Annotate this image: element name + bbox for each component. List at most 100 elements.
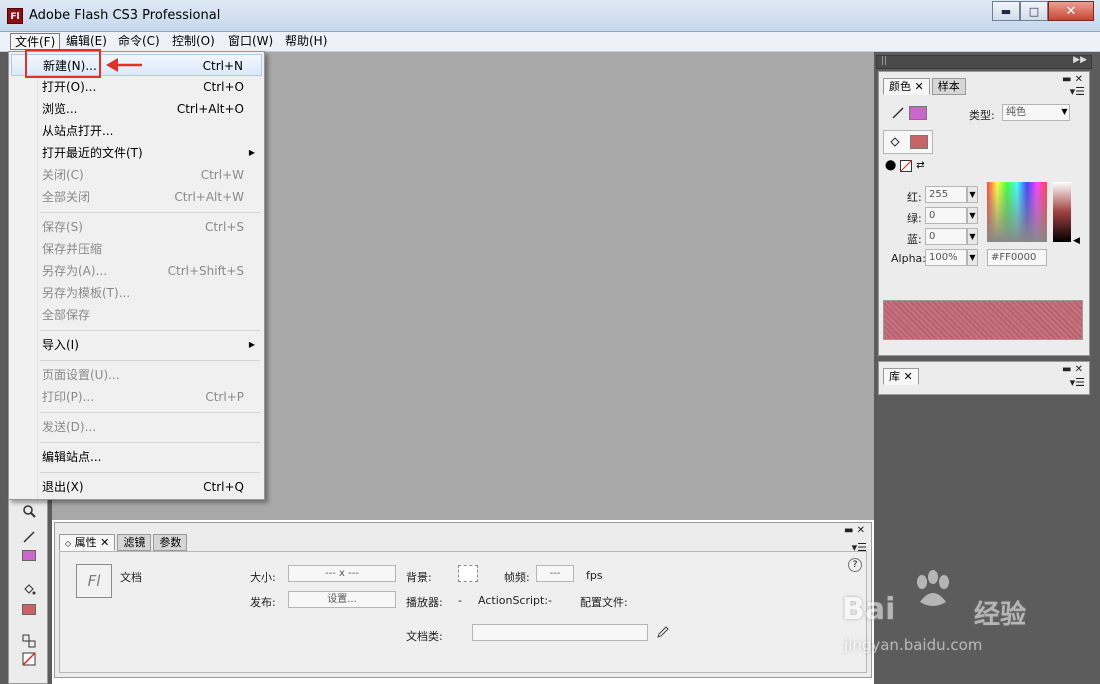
hex-input[interactable]: #FF0000 <box>987 249 1047 266</box>
brightness-slider[interactable] <box>1053 182 1071 242</box>
tab-diamond-icon: ◇ <box>65 539 72 548</box>
swap-colors-icon[interactable] <box>9 632 49 650</box>
menu-item-import[interactable]: 导入(I) ▶ <box>11 334 262 356</box>
menu-edit[interactable]: 编辑(E) <box>62 33 111 50</box>
zoom-tool-icon[interactable] <box>9 502 49 520</box>
menu-help[interactable]: 帮助(H) <box>281 33 331 50</box>
menu-item-close[interactable]: 关闭(C) Ctrl+W <box>11 164 262 186</box>
panel-window-controls-icon[interactable]: ▬ ✕ <box>844 525 865 536</box>
color-preview <box>883 300 1083 340</box>
panel-window-controls-icon[interactable]: ▬ ✕ <box>1062 74 1083 85</box>
background-label: 背景: <box>406 571 432 584</box>
red-dropdown-icon[interactable]: ▼ <box>967 186 978 203</box>
document-class-input[interactable] <box>472 624 648 641</box>
size-button[interactable]: --- x --- <box>288 565 396 582</box>
tab-color[interactable]: 颜色 ✕ <box>883 78 930 95</box>
menu-commands[interactable]: 命令(C) <box>114 33 164 50</box>
frame-rate-label: 帧频: <box>504 571 530 584</box>
tab-library[interactable]: 库 ✕ <box>883 368 919 385</box>
fill-color-chip[interactable] <box>910 135 928 149</box>
background-color-swatch[interactable] <box>458 565 478 582</box>
tab-swatches[interactable]: 样本 <box>931 78 966 95</box>
publish-label: 发布: <box>250 596 276 609</box>
menu-item-save-all[interactable]: 全部保存 <box>11 304 262 326</box>
stroke-color-swatch[interactable] <box>9 546 49 564</box>
red-input[interactable]: 255 <box>925 186 967 203</box>
menu-item-open[interactable]: 打开(O)... Ctrl+O <box>11 76 262 98</box>
alpha-dropdown-icon[interactable]: ▼ <box>967 249 978 266</box>
menu-file[interactable]: 文件(F) <box>10 33 61 50</box>
paint-bucket-icon[interactable] <box>9 580 49 598</box>
green-label: 绿: <box>907 212 922 225</box>
menu-item-browse[interactable]: 浏览... Ctrl+Alt+O <box>11 98 262 120</box>
menu-window[interactable]: 窗口(W) <box>224 33 277 50</box>
menu-item-open-from-site[interactable]: 从站点打开... <box>11 120 262 142</box>
menu-item-print[interactable]: 打印(P)... Ctrl+P <box>11 386 262 408</box>
flash-app-icon: Fl <box>7 8 23 24</box>
annotation-arrow-icon <box>106 58 142 72</box>
publish-settings-button[interactable]: 设置... <box>288 591 396 608</box>
menu-separator <box>40 360 260 361</box>
menu-separator <box>40 472 260 473</box>
no-color-icon[interactable] <box>9 650 49 668</box>
blue-input[interactable]: 0 <box>925 228 967 245</box>
menu-item-send[interactable]: 发送(D)... <box>11 416 262 438</box>
panel-menu-icon[interactable]: ▾☰ <box>1070 85 1085 98</box>
menu-item-exit[interactable]: 退出(X) Ctrl+Q <box>11 476 262 498</box>
menu-separator <box>40 442 260 443</box>
swap-colors-icon[interactable]: ⇄ <box>916 160 924 175</box>
menu-item-page-setup[interactable]: 页面设置(U)... <box>11 364 262 386</box>
menu-control[interactable]: 控制(O) <box>168 33 219 50</box>
properties-panel: ▬ ✕ ◇ 属性 ✕ 滤镜 参数 ▾☰ Fl 文档 大小: --- x --- … <box>54 522 872 678</box>
fill-color-swatch[interactable] <box>9 600 49 618</box>
panel-window-controls-icon[interactable]: ▬ ✕ <box>1062 364 1083 375</box>
actionscript-label: ActionScript: <box>478 594 549 607</box>
tools-panel <box>8 495 48 684</box>
stroke-color-chip[interactable] <box>909 106 927 120</box>
default-colors-icon[interactable]: ⬤ <box>885 160 896 175</box>
edit-class-pencil-icon[interactable] <box>656 625 670 642</box>
close-tab-icon[interactable]: ✕ <box>904 370 913 383</box>
no-color-icon[interactable] <box>899 159 913 175</box>
pencil-tool-icon[interactable] <box>9 528 49 546</box>
menu-item-save-as[interactable]: 另存为(A)... Ctrl+Shift+S <box>11 260 262 282</box>
menu-item-close-all[interactable]: 全部关闭 Ctrl+Alt+W <box>11 186 262 208</box>
menu-item-save-compact[interactable]: 保存并压缩 <box>11 238 262 260</box>
menu-item-save[interactable]: 保存(S) Ctrl+S <box>11 216 262 238</box>
menu-item-edit-sites[interactable]: 编辑站点... <box>11 446 262 468</box>
color-spectrum[interactable] <box>987 182 1047 242</box>
chevron-down-icon[interactable]: ▼ <box>1059 104 1070 121</box>
menu-item-open-recent[interactable]: 打开最近的文件(T) ▶ <box>11 142 262 164</box>
close-button[interactable]: ✕ <box>1048 1 1094 21</box>
minimize-button[interactable]: ▬ <box>992 1 1020 21</box>
size-label: 大小: <box>250 571 276 584</box>
tab-parameters[interactable]: 参数 <box>153 534 188 551</box>
blue-label: 蓝: <box>907 233 922 246</box>
baidu-watermark: Bai 经验 jingyan.baidu.com <box>842 566 1092 666</box>
blue-dropdown-icon[interactable]: ▼ <box>967 228 978 245</box>
menu-separator <box>40 330 260 331</box>
menu-separator <box>40 212 260 213</box>
alpha-input[interactable]: 100% <box>925 249 967 266</box>
menu-item-save-as-template[interactable]: 另存为模板(T)... <box>11 282 262 304</box>
panel-menu-icon[interactable]: ▾☰ <box>1070 376 1085 389</box>
player-value: - <box>458 594 462 607</box>
green-dropdown-icon[interactable]: ▼ <box>967 207 978 224</box>
annotation-highlight-box <box>25 49 101 78</box>
file-menu-dropdown: 新建(N)... Ctrl+N 打开(O)... Ctrl+O 浏览... Ctrl+… <box>8 51 265 500</box>
tab-filters[interactable]: 滤镜 <box>117 534 152 551</box>
menu-separator <box>40 412 260 413</box>
green-input[interactable]: 0 <box>925 207 967 224</box>
frame-rate-input[interactable]: --- <box>536 565 574 582</box>
window-controls: ▬ □ ✕ <box>992 1 1094 21</box>
tab-properties[interactable]: ◇ 属性 ✕ <box>59 534 116 551</box>
close-tab-icon[interactable]: ✕ <box>915 80 924 93</box>
close-tab-icon[interactable]: ✕ <box>100 536 109 549</box>
paw-logo-icon <box>917 570 949 606</box>
collapse-dock-icon[interactable]: ▶▶ <box>1073 55 1087 65</box>
dock-grip-icon[interactable]: || <box>881 56 887 66</box>
slider-pointer-icon[interactable]: ◀ <box>1073 236 1080 246</box>
maximize-button[interactable]: □ <box>1020 1 1048 21</box>
stroke-pencil-icon <box>891 106 905 123</box>
document-class-label: 文档类: <box>406 630 443 643</box>
